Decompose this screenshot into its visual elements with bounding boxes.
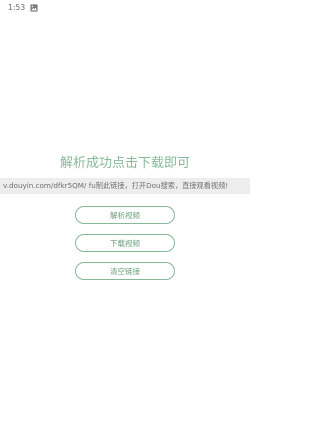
parse-video-button[interactable]: 解析视频 <box>75 206 175 224</box>
status-bar: 1:53 <box>0 0 250 18</box>
link-input[interactable]: v.douyin.com/dfkr5QM/ fu制此链接，打开Dou搜索，直接观… <box>0 178 250 194</box>
page-title: 解析成功点击下载即可 <box>59 156 190 171</box>
status-time: 1:53 <box>8 3 26 12</box>
image-icon <box>30 4 38 12</box>
link-input-value: v.douyin.com/dfkr5QM/ fu制此链接，打开Dou搜索，直接观… <box>3 181 229 190</box>
clear-link-button[interactable]: 清空链接 <box>75 262 175 280</box>
download-video-button[interactable]: 下载视频 <box>75 234 175 252</box>
